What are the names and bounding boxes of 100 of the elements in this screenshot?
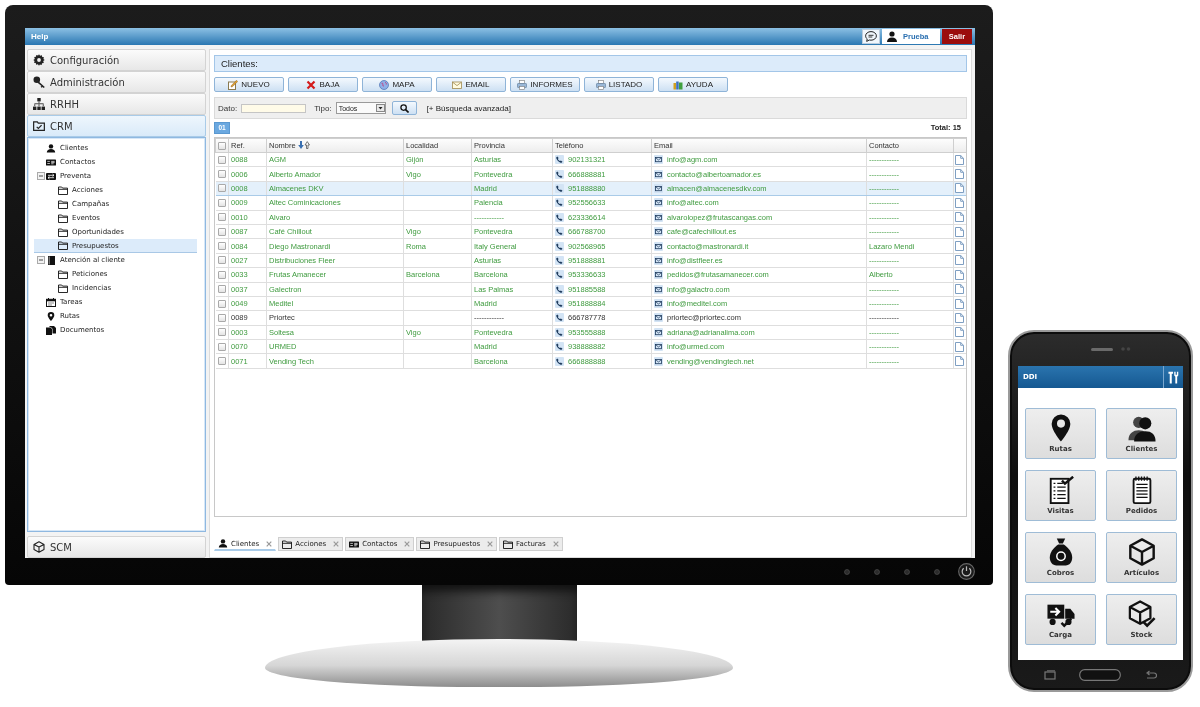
- recent-apps-icon[interactable]: [1043, 670, 1056, 680]
- document-icon[interactable]: [955, 269, 964, 280]
- toolbar-button[interactable]: INFORMES: [510, 77, 580, 92]
- text-input-field[interactable]: [241, 103, 307, 113]
- envelope-icon: [654, 241, 663, 251]
- phone-icon: [555, 212, 564, 222]
- row-checkbox[interactable]: [217, 227, 226, 236]
- toolbar-button[interactable]: MAPA: [362, 77, 432, 92]
- collapse-toggle-icon[interactable]: [37, 172, 45, 180]
- phone-icon: [555, 327, 564, 337]
- close-icon[interactable]: [552, 541, 559, 547]
- close-icon[interactable]: [487, 541, 494, 547]
- accordion-header[interactable]: CRM: [27, 115, 206, 137]
- search-icon: [399, 103, 409, 113]
- accordion-header[interactable]: RRHH: [27, 93, 206, 115]
- toolbar-button[interactable]: EMAIL: [436, 77, 506, 92]
- document-icon[interactable]: [955, 197, 964, 208]
- document-icon[interactable]: [955, 212, 964, 223]
- folder-icon: [282, 539, 293, 549]
- toolbar-button[interactable]: AYUDA: [658, 77, 728, 92]
- search-button[interactable]: [391, 101, 417, 115]
- monitor-button-icon[interactable]: [934, 568, 940, 575]
- document-icon[interactable]: [955, 183, 964, 194]
- field-label: Tipo:: [314, 103, 332, 113]
- accordion-header[interactable]: Configuración: [27, 49, 206, 71]
- exchange-icon: [46, 171, 56, 181]
- document-icon[interactable]: [955, 226, 964, 237]
- monitor-button-icon[interactable]: [844, 568, 850, 575]
- close-icon[interactable]: [404, 541, 411, 547]
- toolbar-button[interactable]: LISTADO: [584, 77, 654, 92]
- row-checkbox[interactable]: [217, 270, 226, 279]
- phone-icon: [555, 356, 564, 366]
- document-icon[interactable]: [955, 356, 964, 367]
- advanced-search-link[interactable]: [+ Búsqueda avanzada]: [426, 103, 511, 113]
- row-checkbox[interactable]: [217, 242, 226, 251]
- select-all-checkbox[interactable]: [218, 141, 226, 150]
- envelope-icon: [654, 155, 663, 165]
- document-icon[interactable]: [955, 341, 964, 352]
- cube-icon: [1127, 538, 1156, 566]
- chat-button[interactable]: [862, 29, 880, 44]
- row-checkbox[interactable]: [217, 285, 226, 294]
- row-checkbox[interactable]: [217, 213, 226, 222]
- back-icon[interactable]: [1145, 670, 1158, 680]
- row-checkbox[interactable]: [217, 256, 226, 265]
- documents-icon: [46, 325, 56, 335]
- books-icon: [673, 79, 683, 90]
- document-icon[interactable]: [955, 154, 964, 165]
- row-checkbox[interactable]: [217, 170, 226, 179]
- collapse-toggle-icon[interactable]: [37, 256, 45, 264]
- sort-arrows-icon: [297, 141, 311, 149]
- printer-icon: [517, 79, 528, 90]
- phone-icon: [555, 270, 564, 280]
- calendar-icon: [46, 297, 56, 307]
- phone-icon: [555, 227, 564, 237]
- row-checkbox[interactable]: [217, 342, 226, 351]
- folder-icon: [58, 185, 68, 195]
- accordion-header[interactable]: Administración: [27, 71, 206, 93]
- row-checkbox[interactable]: [217, 299, 226, 308]
- row-checkbox[interactable]: [217, 184, 226, 193]
- document-icon[interactable]: [955, 298, 964, 309]
- envelope-icon: [654, 342, 663, 352]
- person-icon: [46, 143, 56, 153]
- id-card-icon: [46, 157, 56, 167]
- folder-check-icon: [33, 120, 45, 132]
- phone-icon: [555, 255, 564, 265]
- phone-icon: [555, 284, 564, 294]
- close-icon[interactable]: [333, 541, 340, 547]
- row-checkbox[interactable]: [217, 357, 226, 366]
- edit-note-icon: [228, 79, 239, 90]
- map-pin-icon: [46, 311, 56, 321]
- folder-icon: [58, 269, 68, 279]
- tools-icon[interactable]: [1168, 370, 1179, 384]
- home-button-icon[interactable]: [1079, 669, 1122, 681]
- people-icon: [1127, 414, 1156, 442]
- top-bar-title: Help: [30, 32, 49, 41]
- globe-icon: [379, 79, 390, 90]
- power-button-icon[interactable]: [958, 563, 975, 580]
- document-icon[interactable]: [955, 241, 964, 252]
- accordion-header[interactable]: SCM: [27, 536, 206, 558]
- key-icon: [33, 76, 45, 88]
- document-icon[interactable]: [955, 255, 964, 266]
- envelope-icon: [654, 169, 663, 179]
- document-icon[interactable]: [955, 284, 964, 295]
- envelope-icon: [654, 313, 663, 323]
- document-icon[interactable]: [955, 327, 964, 338]
- toolbar-button[interactable]: BAJA: [288, 77, 358, 92]
- row-checkbox[interactable]: [217, 155, 226, 164]
- printer-icon: [595, 79, 606, 90]
- monitor-button-icon[interactable]: [904, 568, 910, 575]
- phone-icon: [555, 155, 564, 165]
- cross-icon: [306, 79, 317, 90]
- phone-icon: [555, 342, 564, 352]
- toolbar-button[interactable]: NUEVO: [214, 77, 284, 92]
- envelope-icon: [654, 183, 663, 193]
- close-icon[interactable]: [266, 540, 273, 547]
- document-icon[interactable]: [955, 169, 964, 180]
- monitor-button-icon[interactable]: [874, 568, 880, 575]
- gear-icon: [33, 54, 45, 66]
- row-checkbox[interactable]: [217, 198, 226, 207]
- row-checkbox[interactable]: [217, 328, 226, 337]
